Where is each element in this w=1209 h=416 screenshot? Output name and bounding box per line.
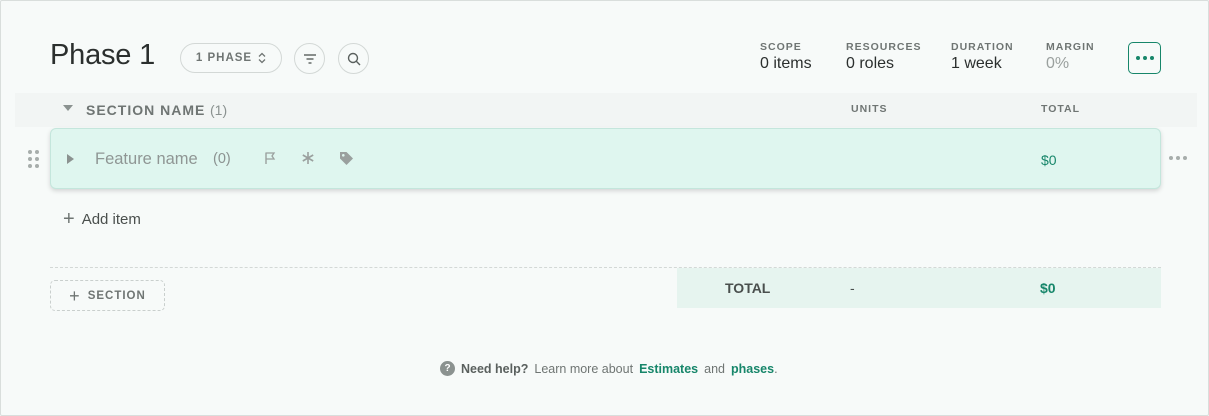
help-and: and [704, 361, 725, 376]
more-options-button[interactable] [1128, 42, 1161, 74]
totals-row: TOTAL - $0 [677, 268, 1161, 308]
asterisk-icon[interactable] [301, 151, 315, 165]
help-text: Learn more about [534, 361, 634, 376]
flag-icon[interactable] [263, 151, 277, 165]
units-column-header: UNITS [851, 103, 888, 115]
search-button[interactable] [338, 43, 369, 74]
estimate-panel: Phase 1 1 PHASE SCOPE 0 items RESOURCES … [0, 0, 1209, 416]
dot [1135, 56, 1140, 60]
stat-scope: SCOPE 0 items [760, 41, 812, 73]
section-count: (1) [210, 102, 228, 118]
total-column-header: TOTAL [1041, 103, 1081, 115]
section-name[interactable]: SECTION NAME [86, 102, 205, 118]
stat-value: 0 roles [846, 55, 895, 72]
stat-resources: RESOURCES 0 roles [846, 41, 922, 73]
expand-caret-icon[interactable] [67, 154, 74, 164]
filter-button[interactable] [294, 43, 325, 74]
add-section-label: SECTION [87, 289, 146, 302]
section-header-row: SECTION NAME (1) UNITS TOTAL [15, 93, 1197, 127]
stat-margin: MARGIN 0% [1046, 41, 1095, 73]
help-footer: ? Need help? Learn more about Estimates … [440, 361, 778, 376]
stat-value: 1 week [951, 55, 1002, 72]
feature-name[interactable]: Feature name [95, 150, 198, 169]
stat-label: MARGIN [1046, 41, 1095, 53]
totals-label: TOTAL [725, 280, 771, 296]
plus-icon: + [69, 285, 81, 306]
phase-selector-label: 1 PHASE [195, 52, 253, 64]
phase-selector[interactable]: 1 PHASE [180, 43, 282, 73]
estimates-link[interactable]: Estimates [639, 362, 698, 376]
add-section-button[interactable]: + SECTION [50, 280, 165, 311]
filter-icon [303, 53, 316, 64]
page-title: Phase 1 [50, 39, 156, 71]
tag-icon[interactable] [339, 151, 354, 166]
drag-handle-icon[interactable] [28, 150, 39, 168]
feature-total: $0 [1041, 152, 1057, 168]
totals-value: $0 [1040, 280, 1056, 296]
help-prefix: Need help? [461, 361, 529, 376]
phases-link[interactable]: phases [731, 362, 774, 376]
collapse-caret-icon[interactable] [63, 105, 73, 111]
totals-units: - [850, 280, 855, 296]
stat-label: SCOPE [760, 41, 802, 53]
stat-duration: DURATION 1 week [951, 41, 1014, 73]
add-item-label: Add item [81, 210, 141, 228]
stat-label: DURATION [951, 41, 1014, 53]
stat-value: 0 items [760, 55, 812, 72]
chevron-up-down-icon [258, 52, 266, 64]
row-more-icon[interactable] [1169, 156, 1187, 160]
feature-count: (0) [213, 151, 231, 167]
dot [1142, 56, 1147, 60]
help-suffix: . [774, 361, 778, 376]
search-icon [347, 52, 360, 65]
add-item-button[interactable]: + Add item [63, 209, 141, 229]
feature-row[interactable]: Feature name (0) $0 [50, 128, 1161, 189]
stat-value: 0% [1046, 55, 1070, 72]
help-icon: ? [440, 361, 455, 376]
stat-label: RESOURCES [846, 41, 922, 53]
plus-icon: + [63, 208, 75, 230]
dot [1149, 56, 1154, 60]
